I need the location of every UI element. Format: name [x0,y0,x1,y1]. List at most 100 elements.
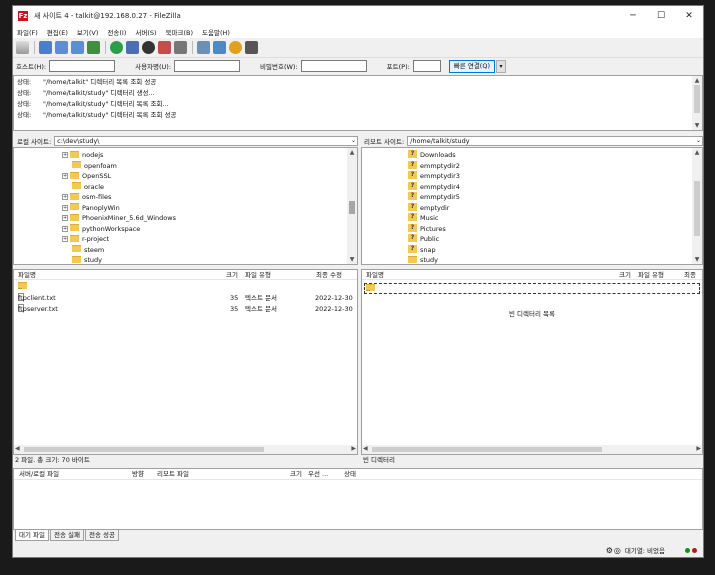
col-size[interactable]: 크기 [226,270,238,280]
remote-list-hscrollbar[interactable]: ◀ ▶ [362,445,702,454]
toggle-log-icon[interactable] [39,40,52,54]
tree-item[interactable]: ? Public [408,234,702,245]
filter-icon[interactable] [197,40,210,54]
toggle-remote-tree-icon[interactable] [71,40,84,54]
tab-successful-transfers[interactable]: 전송 성공 [85,529,119,541]
menu-bookmarks[interactable]: 북마크(B) [166,27,193,37]
chevron-down-icon[interactable]: ⌄ [351,137,356,145]
remote-path-input[interactable]: /home/talkit/study ⌄ [407,135,703,146]
scroll-down-icon[interactable]: ▼ [692,255,702,264]
scroll-up-icon[interactable]: ▲ [692,148,702,157]
tree-item[interactable]: steem [62,245,357,256]
col-direction[interactable]: 방향 [132,469,144,480]
scroll-thumb[interactable] [372,447,602,452]
file-row[interactable]: ftpclient.txt 35 텍스트 문서 2022-12-30 [14,293,357,304]
tree-item-selected[interactable]: study [62,255,357,264]
tree-item[interactable]: ? emmptydir2 [408,160,702,172]
cancel-icon[interactable] [142,40,155,54]
scroll-down-icon[interactable]: ▼ [692,121,702,130]
tree-item[interactable]: ? emptydir [408,202,702,214]
sync-browse-icon[interactable] [229,40,242,54]
refresh-icon[interactable] [110,40,123,54]
disconnect-icon[interactable] [158,40,171,54]
menu-help[interactable]: 도움말(H) [202,27,230,37]
host-input[interactable] [49,60,116,72]
quickconnect-dropdown[interactable]: ▾ [496,59,506,73]
tree-item[interactable]: + OpenSSL [62,171,357,182]
password-input[interactable] [300,60,367,72]
col-type[interactable]: 파일 유형 [245,270,271,280]
menu-view[interactable]: 보기(V) [77,27,98,37]
col-type[interactable]: 파일 유형 [638,270,664,280]
tree-item-selected[interactable]: study [408,255,702,264]
tree-item[interactable]: ? snap [408,244,702,256]
menu-file[interactable]: 파일(F) [17,27,38,37]
tree-item[interactable]: + osm-files [62,192,357,203]
col-status[interactable]: 상태 [344,469,356,480]
site-manager-icon[interactable] [16,40,29,54]
tree-item[interactable]: + pythonWorkspace [62,224,357,235]
tab-queued-files[interactable]: 대기 파일 [15,529,49,541]
remote-tree-scrollbar[interactable]: ▲ ▼ [692,148,702,264]
col-modified[interactable]: 최종 [684,270,696,280]
scroll-thumb[interactable] [694,181,700,236]
tree-item[interactable]: + r-project [62,234,357,245]
gear-icon[interactable]: ⚙ [606,546,613,555]
reconnect-icon[interactable] [174,40,187,54]
file-row[interactable]: .. [14,282,357,293]
toggle-queue-icon[interactable] [87,40,100,54]
scroll-left-icon[interactable]: ◀ [363,445,368,452]
scroll-up-icon[interactable]: ▲ [347,148,357,157]
scroll-right-icon[interactable]: ▶ [696,445,701,452]
scroll-thumb[interactable] [694,85,700,113]
compare-icon[interactable] [213,40,226,54]
tree-item[interactable]: ? Music [408,213,702,224]
menu-server[interactable]: 서버(S) [135,27,156,37]
col-filename[interactable]: 파일명 [18,270,36,280]
menu-transfer[interactable]: 전송(I) [107,27,126,37]
col-size[interactable]: 크기 [619,270,631,280]
local-tree-scrollbar[interactable]: ▲ ▼ [347,148,357,264]
log-scrollbar[interactable]: ▲ ▼ [692,76,702,130]
local-list-hscrollbar[interactable]: ◀ ▶ [14,445,357,454]
speed-limit-icon[interactable]: ◎ [614,546,621,555]
toggle-local-tree-icon[interactable] [55,40,68,54]
file-row[interactable]: ftpserver.txt 35 텍스트 문서 2022-12-30 [14,304,357,315]
menu-edit[interactable]: 편집(E) [47,27,68,37]
col-priority[interactable]: 우선 ... [308,469,328,480]
col-modified[interactable]: 최종 수정 [316,270,342,280]
scroll-thumb[interactable] [24,447,264,452]
tree-item[interactable]: + PanoplyWin [62,203,357,214]
minimize-button[interactable]: ─ [619,6,647,26]
chevron-down-icon[interactable]: ⌄ [696,137,701,145]
tab-failed-transfers[interactable]: 전송 실패 [50,529,84,541]
maximize-button[interactable]: ☐ [647,6,675,26]
process-queue-icon[interactable] [126,40,139,54]
quickconnect-button[interactable]: 빠른 연결(Q) [448,59,495,73]
port-input[interactable] [412,60,441,72]
tree-item[interactable]: ? emmptydir4 [408,181,702,193]
tree-item[interactable]: + nodejs [62,150,357,161]
col-filename[interactable]: 파일명 [366,270,384,280]
search-binoculars-icon[interactable] [245,40,258,54]
tree-item[interactable]: openfoam [62,161,357,172]
col-size[interactable]: 크기 [290,469,302,480]
tree-item[interactable]: oracle [62,182,357,193]
username-input[interactable] [174,60,241,72]
tree-item[interactable]: ? Pictures [408,223,702,235]
local-path-input[interactable]: c:\dev\study\ ⌄ [54,135,358,146]
scroll-down-icon[interactable]: ▼ [347,255,357,264]
scroll-left-icon[interactable]: ◀ [15,445,20,452]
toolbar [13,38,703,56]
tree-item[interactable]: ? emmptydir3 [408,171,702,182]
tree-item[interactable]: ? emmptydir5 [408,192,702,203]
close-button[interactable]: ✕ [675,6,703,26]
col-remote-file[interactable]: 리모트 파일 [157,469,189,480]
col-server-local-file[interactable]: 서버/로컬 파일 [19,469,59,480]
tree-item[interactable]: ? Downloads [408,150,702,161]
file-row[interactable]: .. [364,283,700,294]
tree-item[interactable]: + PhoenixMiner_5.6d_Windows [62,213,357,224]
scroll-up-icon[interactable]: ▲ [692,76,702,85]
scroll-thumb[interactable] [349,201,355,214]
scroll-right-icon[interactable]: ▶ [351,445,356,452]
